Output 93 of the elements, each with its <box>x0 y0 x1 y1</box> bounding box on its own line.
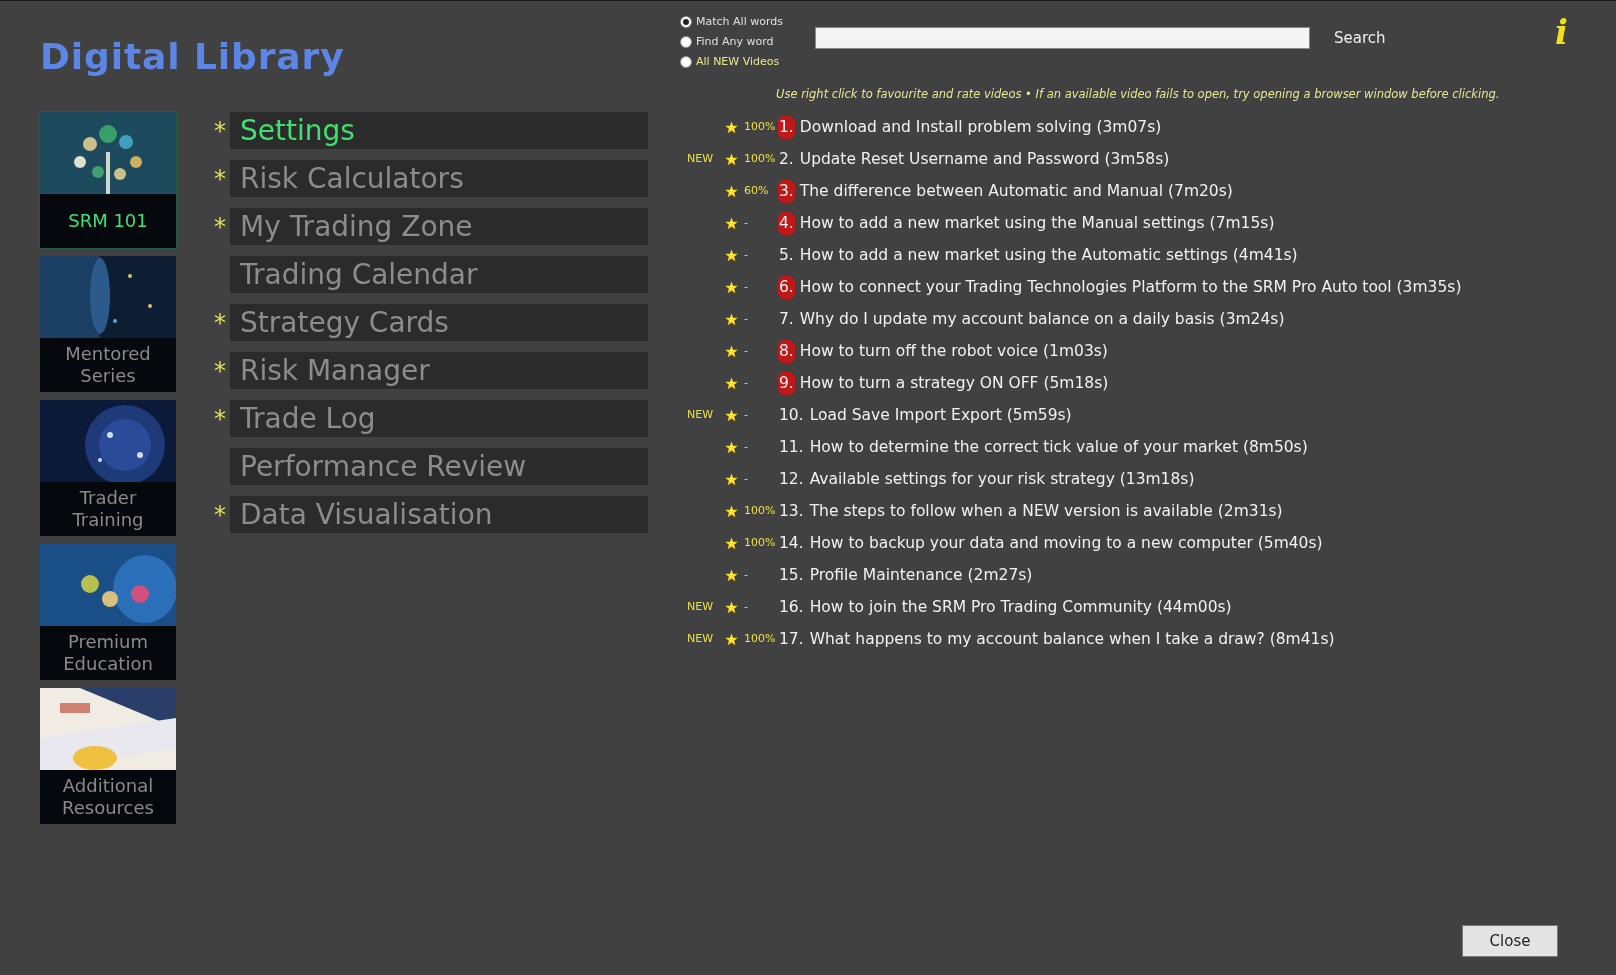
video-link[interactable]: 11. How to determine the correct tick value of your market (8m50s) <box>778 435 1308 459</box>
radio-button[interactable] <box>680 35 692 48</box>
star-icon <box>724 632 738 646</box>
new-label: NEW <box>686 631 714 647</box>
asterisk-mark: * <box>214 166 226 191</box>
tile-label: Mentored Series <box>64 343 152 387</box>
rating-text: - <box>743 375 748 391</box>
new-label: NEW <box>686 407 714 423</box>
star-icon <box>724 120 738 134</box>
asterisk-mark: * <box>214 310 226 335</box>
category-tile[interactable]: Additional Resources <box>40 688 176 824</box>
rating-text: 100% <box>743 503 776 519</box>
star-icon <box>724 216 738 230</box>
close-button[interactable]: Close <box>1462 925 1558 957</box>
category-tile[interactable]: SRM 101 <box>40 112 176 248</box>
category-tile[interactable]: Trader Training <box>40 400 176 536</box>
video-link[interactable]: 17. What happens to my account balance when I take a draw? (8m41s) <box>778 627 1335 651</box>
menu-item[interactable]: Risk Calculators <box>230 160 648 197</box>
star-icon <box>724 280 738 294</box>
tile-label: SRM 101 <box>67 210 149 232</box>
asterisk-mark: * <box>214 118 226 143</box>
star-icon <box>724 312 738 326</box>
star-icon <box>724 472 738 486</box>
rating-text: 100% <box>743 119 776 135</box>
video-link[interactable]: 13. The steps to follow when a NEW version is available (2m31s) <box>778 499 1283 523</box>
video-link[interactable]: 1. Download and Install problem solving (3m07s) <box>778 115 1162 139</box>
asterisk-mark: * <box>214 502 226 527</box>
star-icon <box>724 536 738 550</box>
tile-label: Premium Education <box>62 631 154 675</box>
star-icon <box>724 440 738 454</box>
video-link[interactable]: 3. The difference between Automatic and Manual (7m20s) <box>778 179 1233 203</box>
video-link[interactable]: 10. Load Save Import Export (5m59s) <box>778 403 1072 427</box>
asterisk-mark: * <box>214 214 226 239</box>
search-field[interactable] <box>815 27 1310 49</box>
star-icon <box>724 600 738 614</box>
rating-text: - <box>743 599 748 615</box>
menu-item[interactable]: Trade Log <box>230 400 648 437</box>
rating-text: 100% <box>743 631 776 647</box>
rating-text: 60% <box>743 183 769 199</box>
star-icon <box>724 184 738 198</box>
rating-text: - <box>743 439 748 455</box>
category-tile[interactable]: Premium Education <box>40 544 176 680</box>
star-icon <box>724 152 738 166</box>
rating-text: - <box>743 215 748 231</box>
rating-text: - <box>743 311 748 327</box>
new-label: NEW <box>686 151 714 167</box>
tile-label: Additional Resources <box>61 775 155 819</box>
asterisk-mark: * <box>214 406 226 431</box>
rating-text: - <box>743 567 748 583</box>
menu-item[interactable]: Settings <box>230 112 648 149</box>
rating-text: - <box>743 343 748 359</box>
rating-text: 100% <box>743 151 776 167</box>
star-icon <box>724 504 738 518</box>
video-link[interactable]: 9. How to turn a strategy ON OFF (5m18s) <box>778 371 1109 395</box>
radio-label: Match All words <box>696 14 783 30</box>
video-link[interactable]: 12. Available settings for your risk strategy (13m18s) <box>778 467 1195 491</box>
rating-text: - <box>743 407 748 423</box>
rating-text: 100% <box>743 535 776 551</box>
star-icon <box>724 344 738 358</box>
video-link[interactable]: 16. How to join the SRM Pro Trading Community (44m00s) <box>778 595 1232 619</box>
video-link[interactable]: 6. How to connect your Trading Technologies Platform to the SRM Pro Auto tool (3m35s) <box>778 275 1462 299</box>
video-link[interactable]: 14. How to backup your data and moving to a new computer (5m40s) <box>778 531 1323 555</box>
menu-item[interactable]: Performance Review <box>230 448 648 485</box>
radio-label: All NEW Videos <box>696 54 780 70</box>
hint-text: Use right click to favourite and rate videos • If an available video fails to open, try opening a browser window before clicking. <box>776 86 1501 103</box>
rating-text: - <box>743 247 748 263</box>
menu-item[interactable]: Trading Calendar <box>230 256 648 293</box>
app-title: Digital Library <box>40 35 346 79</box>
search-button[interactable]: Search <box>1332 27 1388 49</box>
video-link[interactable]: 7. Why do I update my account balance on a daily basis (3m24s) <box>778 307 1285 331</box>
video-link[interactable]: 8. How to turn off the robot voice (1m03s) <box>778 339 1108 363</box>
rating-text: - <box>743 471 748 487</box>
star-icon <box>724 568 738 582</box>
video-link[interactable]: 15. Profile Maintenance (2m27s) <box>778 563 1033 587</box>
asterisk-mark: * <box>214 358 226 383</box>
menu-item[interactable]: Risk Manager <box>230 352 648 389</box>
star-icon <box>724 408 738 422</box>
category-tile[interactable]: Mentored Series <box>40 256 176 392</box>
video-link[interactable]: 4. How to add a new market using the Manual settings (7m15s) <box>778 211 1275 235</box>
star-icon <box>724 248 738 262</box>
radio-button[interactable] <box>680 55 692 68</box>
radio-button[interactable] <box>680 15 692 28</box>
rating-text: - <box>743 279 748 295</box>
menu-item[interactable]: Strategy Cards <box>230 304 648 341</box>
new-label: NEW <box>686 599 714 615</box>
video-link[interactable]: 5. How to add a new market using the Automatic settings (4m41s) <box>778 243 1298 267</box>
star-icon <box>724 376 738 390</box>
info-icon[interactable]: i <box>1555 15 1568 49</box>
radio-label: Find Any word <box>696 34 774 50</box>
tile-label: Trader Training <box>71 487 145 531</box>
menu-item[interactable]: Data Visualisation <box>230 496 648 533</box>
video-link[interactable]: 2. Update Reset Username and Password (3m58s) <box>778 147 1170 171</box>
menu-item[interactable]: My Trading Zone <box>230 208 648 245</box>
